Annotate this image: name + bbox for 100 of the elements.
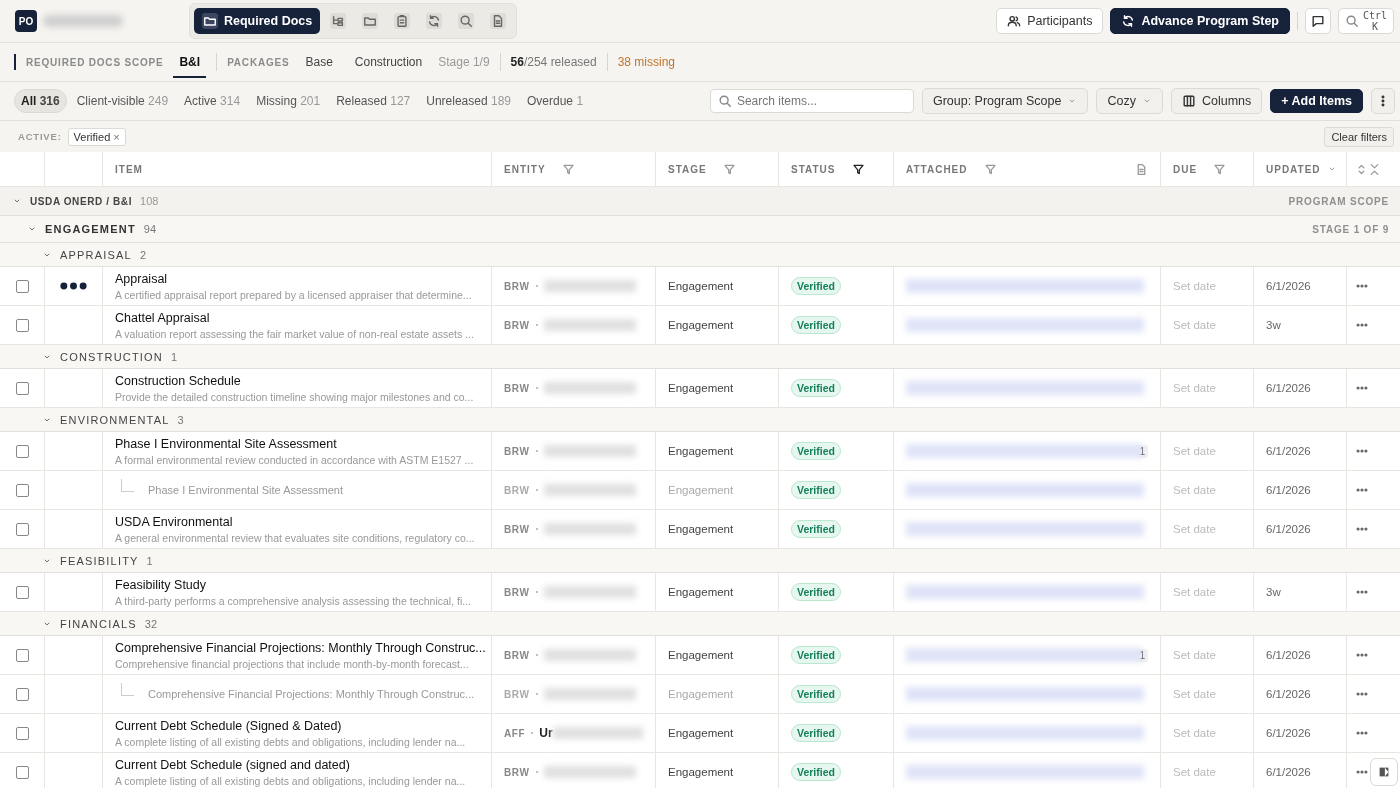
status-badge: Verified xyxy=(791,442,841,460)
item-title[interactable]: USDA Environmental xyxy=(115,514,475,529)
filter-icon[interactable] xyxy=(851,162,865,176)
column-header[interactable]: ENTITY xyxy=(504,163,546,175)
chat-button[interactable] xyxy=(1305,8,1331,34)
search-button[interactable]: Ctrl K xyxy=(1338,8,1394,34)
status-badge: Verified xyxy=(791,724,841,742)
group-count: 1 xyxy=(146,554,153,567)
item-title[interactable]: Construction Schedule xyxy=(115,373,474,388)
chat-icon xyxy=(1311,14,1325,28)
filter-chip[interactable]: Verified × xyxy=(67,127,126,146)
filter-tab[interactable]: Unreleased 189 xyxy=(420,89,517,113)
item-description: A valuation report assessing the fair market value of non-real estate assets ... xyxy=(115,327,474,340)
collapse-icon xyxy=(1368,162,1381,176)
filter-tab[interactable]: All 316 xyxy=(14,89,67,113)
group-dropdown[interactable]: Group: Program Scope xyxy=(921,88,1089,114)
updated-text: 6/1/2026 xyxy=(1266,523,1311,535)
item-title[interactable]: Feasibility Study xyxy=(115,577,471,592)
column-header[interactable]: STATUS xyxy=(791,163,836,175)
checkbox[interactable] xyxy=(15,765,29,779)
checkbox[interactable] xyxy=(15,279,29,293)
checkbox[interactable] xyxy=(15,444,29,458)
clear-filters-button[interactable]: Clear filters xyxy=(1324,126,1394,147)
group-count: 94 xyxy=(143,223,157,235)
panel-button[interactable] xyxy=(1370,758,1398,786)
item-title[interactable]: Comprehensive Financial Projections: Monthly Through Construc... xyxy=(115,640,486,655)
nav-tab[interactable]: Required Docs xyxy=(194,8,321,34)
checkbox[interactable] xyxy=(15,687,29,701)
item-title[interactable]: Phase I Environmental Site Assessment xyxy=(115,436,474,451)
stage-text: Engagement xyxy=(668,586,734,598)
column-header[interactable]: STAGE xyxy=(668,163,707,175)
item-title[interactable]: Current Debt Schedule (Signed & Dated) xyxy=(115,718,466,733)
entity-code: BRW xyxy=(504,523,530,535)
filter-tab[interactable]: Overdue 1 xyxy=(521,89,590,113)
status-badge: Verified xyxy=(791,277,841,295)
group-label: USDA ONERD / B&I xyxy=(30,195,132,207)
released-text: 56/254 released xyxy=(510,55,597,69)
group-label: FINANCIALS xyxy=(60,617,137,630)
status-badge: Verified xyxy=(791,646,841,664)
checkbox[interactable] xyxy=(15,585,29,599)
item-title[interactable]: Chattel Appraisal xyxy=(115,310,474,325)
shortcut-text: Ctrl K xyxy=(1363,10,1388,32)
updated-text: 6/1/2026 xyxy=(1266,484,1311,496)
column-header[interactable]: DUE xyxy=(1173,163,1198,175)
item-description: A general environmental review that evaluates site conditions, regulatory co... xyxy=(115,531,475,544)
columns-icon xyxy=(1181,94,1196,108)
scope-tab[interactable]: B&I xyxy=(173,46,207,78)
more-button[interactable] xyxy=(1371,88,1395,114)
stage-text: Engagement xyxy=(668,688,734,700)
updated-text: 3w xyxy=(1266,319,1281,331)
status-badge: Verified xyxy=(791,481,841,499)
checkbox[interactable] xyxy=(15,381,29,395)
stage-text: Engagement xyxy=(668,484,734,496)
group-meta: PROGRAM SCOPE xyxy=(1288,195,1389,207)
checkbox[interactable] xyxy=(15,648,29,662)
scope-label: REQUIRED DOCS SCOPE xyxy=(26,56,164,68)
checkbox[interactable] xyxy=(15,726,29,740)
packages-label: PACKAGES xyxy=(227,56,290,68)
column-header[interactable]: ATTACHED xyxy=(906,163,968,175)
density-dropdown[interactable]: Cozy xyxy=(1096,88,1163,114)
updated-text: 6/1/2026 xyxy=(1266,649,1311,661)
package-tab[interactable]: Construction xyxy=(348,46,429,78)
group-label: ENGAGEMENT xyxy=(45,223,136,235)
filter-tab[interactable]: Missing 201 xyxy=(250,89,327,113)
add-items-button[interactable]: + Add Items xyxy=(1270,89,1363,113)
column-header[interactable]: ITEM xyxy=(115,163,143,175)
participants-button[interactable]: Participants xyxy=(996,8,1104,34)
item-title[interactable]: Current Debt Schedule (signed and dated) xyxy=(115,757,466,772)
package-tab[interactable]: Base xyxy=(299,46,339,78)
search-icon xyxy=(458,13,475,29)
filter-tab[interactable]: Active 314 xyxy=(178,89,247,113)
group-label: CONSTRUCTION xyxy=(60,350,163,363)
item-title[interactable]: Appraisal xyxy=(115,271,472,286)
item-description: Provide the detailed construction timeline showing major milestones and co... xyxy=(115,390,474,403)
entity-code: BRW xyxy=(504,766,530,778)
refresh-icon xyxy=(426,13,443,29)
entity-code: BRW xyxy=(504,319,530,331)
entity-code: BRW xyxy=(504,445,530,457)
advance-button[interactable]: Advance Program Step xyxy=(1110,8,1290,34)
document-icon xyxy=(490,13,507,29)
group-label: APPRAISAL xyxy=(60,248,132,261)
folder-icon xyxy=(202,13,218,29)
filter-tab[interactable]: Released 127 xyxy=(330,89,417,113)
updated-text: 3w xyxy=(1266,586,1281,598)
remove-icon[interactable]: × xyxy=(113,130,120,143)
search-icon xyxy=(717,94,732,108)
group-count: 1 xyxy=(171,350,178,363)
filter-tab[interactable]: Client-visible 249 xyxy=(70,89,175,113)
stage-text: Stage 1/9 xyxy=(438,55,490,69)
checkbox[interactable] xyxy=(15,522,29,536)
columns-button[interactable]: Columns xyxy=(1170,88,1263,114)
checkbox[interactable] xyxy=(15,318,29,332)
stage-text: Engagement xyxy=(668,445,734,457)
status-badge: Verified xyxy=(791,763,841,781)
tree-icon xyxy=(330,13,347,29)
checkbox[interactable] xyxy=(15,483,29,497)
column-header[interactable]: UPDATED xyxy=(1266,163,1321,175)
stage-text: Engagement xyxy=(668,523,734,535)
group-label: FEASIBILITY xyxy=(60,554,139,567)
search-field[interactable]: Search items... xyxy=(709,89,914,113)
